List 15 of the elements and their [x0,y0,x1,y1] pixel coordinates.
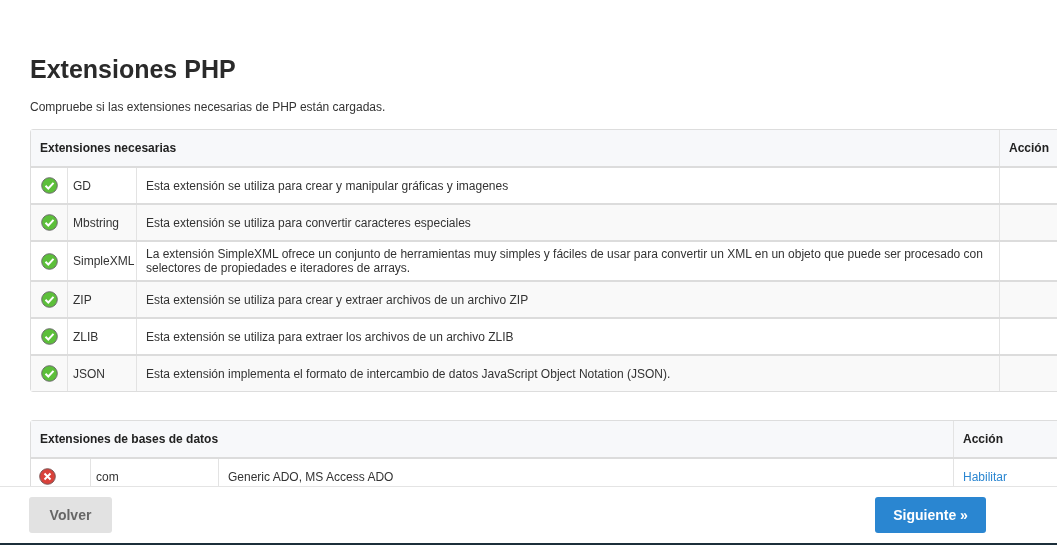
page-title: Extensiones PHP [30,54,237,85]
table-cell: Esta extensión se utiliza para crear y extraer archivos de un archivo ZIP [136,282,999,317]
table-cell: ZIP [67,282,136,317]
next-button[interactable]: Siguiente » [875,497,986,533]
table-cell: Mbstring [67,205,136,240]
table-cell: JSON [67,356,136,391]
enable-link[interactable]: Habilitar [963,469,1007,484]
column-header: Acción [953,421,1057,457]
page-description: Compruebe si las extensiones necesarias de PHP están cargadas. [30,99,387,115]
back-button[interactable]: Volver [29,497,112,533]
table-cell: Esta extensión se utiliza para convertir caracteres especiales [136,205,999,240]
column-header: Extensiones necesarias [39,140,178,157]
column-header: Acción [999,130,1057,166]
column-header: Extensiones de bases de datos [39,431,220,448]
table-cell: Esta extensión implementa el formato de intercambio de datos JavaScript Object Notation (JSON). [136,356,999,391]
